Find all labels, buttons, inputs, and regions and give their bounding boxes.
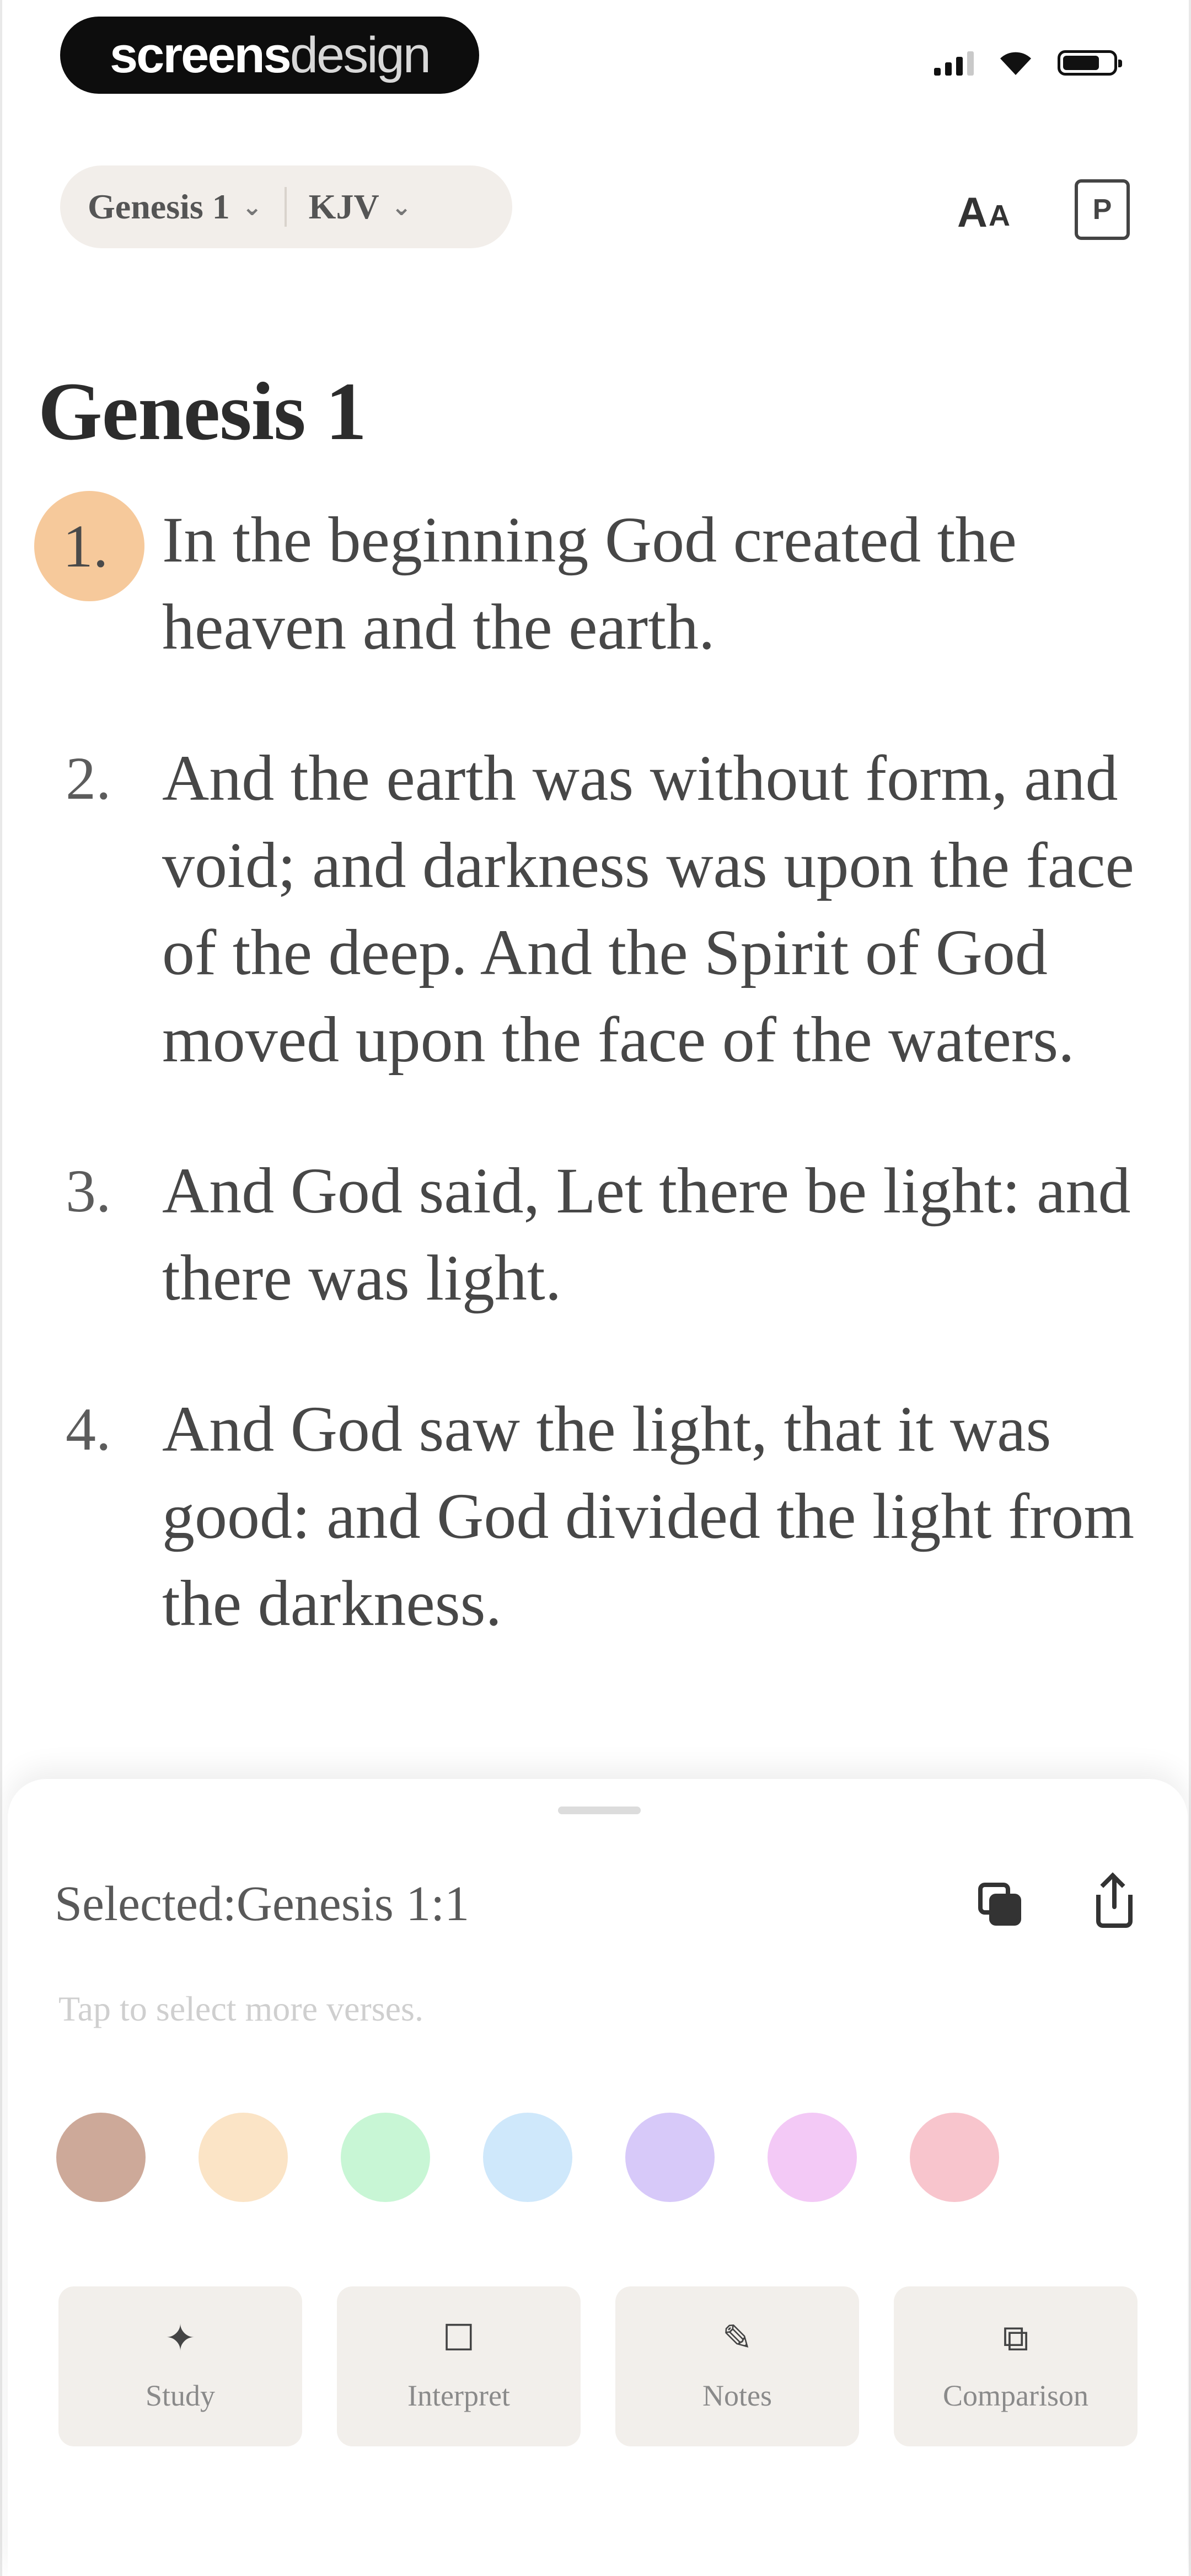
- highlight-color-peach[interactable]: [198, 2113, 288, 2202]
- selector-divider: [284, 187, 287, 227]
- highlight-color-rose[interactable]: [910, 2113, 999, 2202]
- verse-item[interactable]: 2. And the earth was without form, and v…: [35, 735, 1171, 1083]
- chevron-down-icon: ⌄: [391, 193, 412, 221]
- battery-icon: [1058, 50, 1122, 76]
- verse-number-selected: 1.: [34, 491, 162, 601]
- app-screen: screens design Genesis 1 ⌄ KJV ⌄ AA P Gen…: [0, 0, 1191, 2576]
- status-icons: [934, 50, 1122, 76]
- passage-selector: Genesis 1 ⌄ KJV ⌄: [60, 165, 512, 248]
- sheet-grabber[interactable]: [558, 1807, 641, 1814]
- book-chapter-label: Genesis 1: [88, 187, 230, 226]
- verse-text: And the earth was without form, and void…: [162, 742, 1134, 1076]
- verse-item[interactable]: 4. And God saw the light, that it was go…: [35, 1386, 1171, 1647]
- brand-text-bold: screens: [110, 26, 292, 83]
- highlight-color-brown[interactable]: [56, 2113, 146, 2202]
- compare-icon: ⧉: [1002, 2317, 1029, 2359]
- verse-number: 4.: [66, 1396, 111, 1463]
- verse-text: And God said, Let there be light: and th…: [162, 1155, 1131, 1314]
- book-chapter-dropdown[interactable]: Genesis 1 ⌄: [88, 186, 262, 227]
- chat-icon: ☐: [442, 2317, 475, 2359]
- brand-text-light: design: [289, 26, 431, 83]
- chapter-title: Genesis 1: [38, 366, 367, 457]
- action-buttons: ✦ Study ☐ Interpret ✎ Notes ⧉ Comparison: [58, 2286, 1138, 2446]
- comparison-button[interactable]: ⧉ Comparison: [894, 2286, 1138, 2446]
- interpret-label: Interpret: [407, 2379, 510, 2412]
- wifi-icon: [1000, 52, 1031, 75]
- signal-icon: [934, 50, 974, 76]
- bookmark-icon[interactable]: P: [1075, 179, 1130, 240]
- selected-verse-label: Selected:Genesis 1:1: [55, 1877, 470, 1931]
- highlight-color-purple[interactable]: [625, 2113, 715, 2202]
- study-label: Study: [145, 2379, 216, 2412]
- bookmark-glyph: P: [1092, 194, 1112, 226]
- verse-text: In the beginning God created the heaven …: [162, 504, 1017, 663]
- version-dropdown[interactable]: KJV ⌄: [309, 186, 412, 227]
- selection-hint: Tap to select more verses.: [58, 1989, 423, 2028]
- interpret-button[interactable]: ☐ Interpret: [337, 2286, 581, 2446]
- chevron-down-icon: ⌄: [242, 193, 262, 221]
- highlight-color-pink[interactable]: [768, 2113, 857, 2202]
- comparison-label: Comparison: [943, 2379, 1088, 2412]
- verse-text: And God saw the light, that it was good:…: [162, 1393, 1135, 1639]
- version-label: KJV: [308, 187, 379, 226]
- brand-watermark: screens design: [60, 17, 479, 94]
- verse-list: 1. In the beginning God created the heav…: [34, 491, 1171, 1711]
- study-button[interactable]: ✦ Study: [58, 2286, 302, 2446]
- highlight-color-green[interactable]: [341, 2113, 430, 2202]
- notes-label: Notes: [702, 2379, 772, 2412]
- highlight-color-blue[interactable]: [483, 2113, 572, 2202]
- verse-number: 2.: [66, 745, 111, 812]
- share-icon[interactable]: [1093, 1877, 1137, 1929]
- verse-item[interactable]: 3. And God said, Let there be light: and…: [35, 1147, 1171, 1322]
- verse-item[interactable]: 1. In the beginning God created the heav…: [34, 491, 1171, 671]
- pencil-icon: ✎: [722, 2317, 753, 2359]
- font-size-button[interactable]: AA: [948, 182, 1020, 243]
- sparkle-icon: ✦: [165, 2317, 196, 2359]
- font-size-icon-large: A: [957, 189, 988, 236]
- highlight-color-picker: [56, 2113, 999, 2202]
- verse-action-sheet: Selected:Genesis 1:1 Tap to select more …: [8, 1779, 1188, 2576]
- notes-button[interactable]: ✎ Notes: [615, 2286, 859, 2446]
- copy-icon[interactable]: [978, 1883, 1022, 1927]
- verse-number: 3.: [66, 1157, 111, 1225]
- font-size-icon-small: A: [988, 199, 1010, 232]
